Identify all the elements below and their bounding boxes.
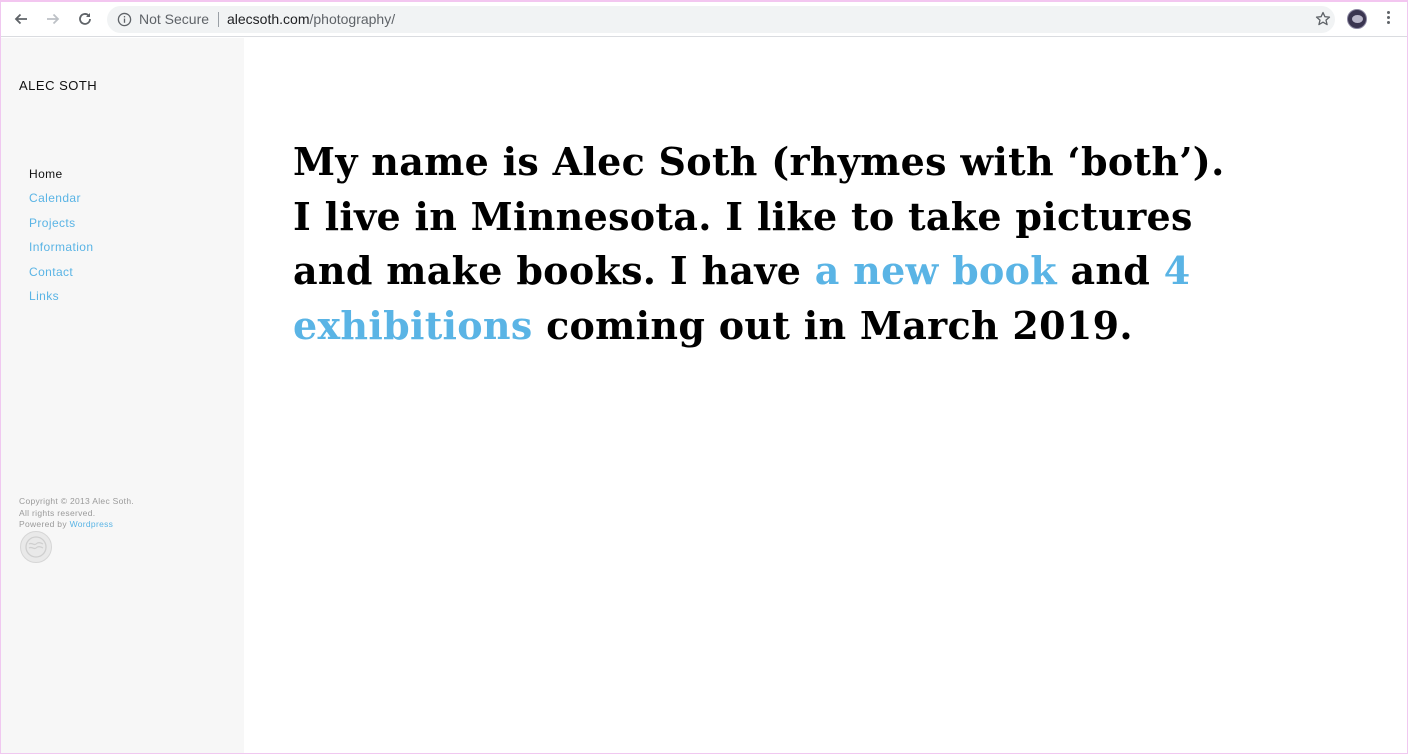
new-book-link[interactable]: a new book	[815, 248, 1057, 293]
intro-paragraph: My name is Alec Soth (rhymes with ‘both’…	[293, 135, 1243, 353]
powered-by: Powered by Wordpress	[19, 519, 134, 531]
browser-toolbar: Not Secure alecsoth.com/photography/	[1, 2, 1407, 37]
powered-prefix: Powered by	[19, 519, 67, 529]
copyright-text: Copyright © 2013 Alec Soth.	[19, 496, 135, 506]
back-button[interactable]	[10, 8, 32, 30]
security-label[interactable]: Not Secure	[139, 11, 209, 28]
profile-avatar[interactable]	[1347, 9, 1367, 29]
browser-window: Not Secure alecsoth.com/photography/ ALE…	[0, 0, 1408, 754]
forward-button[interactable]	[42, 8, 64, 30]
url-text[interactable]: alecsoth.com/photography/	[227, 11, 395, 28]
info-icon[interactable]	[117, 12, 132, 27]
nav-item-calendar[interactable]: Calendar	[29, 186, 93, 210]
sidebar: ALEC SOTH Home Calendar Projects Informa…	[1, 38, 244, 753]
reload-button[interactable]	[74, 8, 96, 30]
kebab-menu-icon[interactable]	[1382, 11, 1394, 27]
reload-icon	[79, 13, 91, 25]
omnibox-divider	[218, 12, 219, 27]
address-bar[interactable]: Not Secure alecsoth.com/photography/	[107, 6, 1335, 33]
main-content: My name is Alec Soth (rhymes with ‘both’…	[244, 38, 1407, 753]
sidebar-nav: Home Calendar Projects Information Conta…	[29, 162, 93, 308]
site-title[interactable]: ALEC SOTH	[19, 78, 97, 93]
nav-item-information[interactable]: Information	[29, 235, 93, 259]
arrow-right-icon	[47, 13, 60, 25]
intro-text-2: and	[1070, 248, 1151, 293]
nav-item-projects[interactable]: Projects	[29, 211, 93, 235]
rights-text: All rights reserved.	[19, 507, 96, 518]
nav-item-home[interactable]: Home	[29, 162, 93, 186]
nav-item-contact[interactable]: Contact	[29, 260, 93, 284]
nav-item-links[interactable]: Links	[29, 284, 93, 308]
intro-text-3: coming out in March 2019.	[546, 302, 1133, 348]
url-path: /photography/	[309, 11, 396, 27]
url-host: alecsoth.com	[227, 11, 310, 27]
bookmark-star-icon[interactable]	[1315, 11, 1331, 27]
sidebar-footer: Copyright © 2013 Alec Soth. All rights r…	[19, 496, 134, 531]
arrow-left-icon	[14, 13, 27, 25]
wordpress-logo-icon[interactable]	[20, 531, 52, 563]
wordpress-link[interactable]: Wordpress	[70, 519, 114, 529]
